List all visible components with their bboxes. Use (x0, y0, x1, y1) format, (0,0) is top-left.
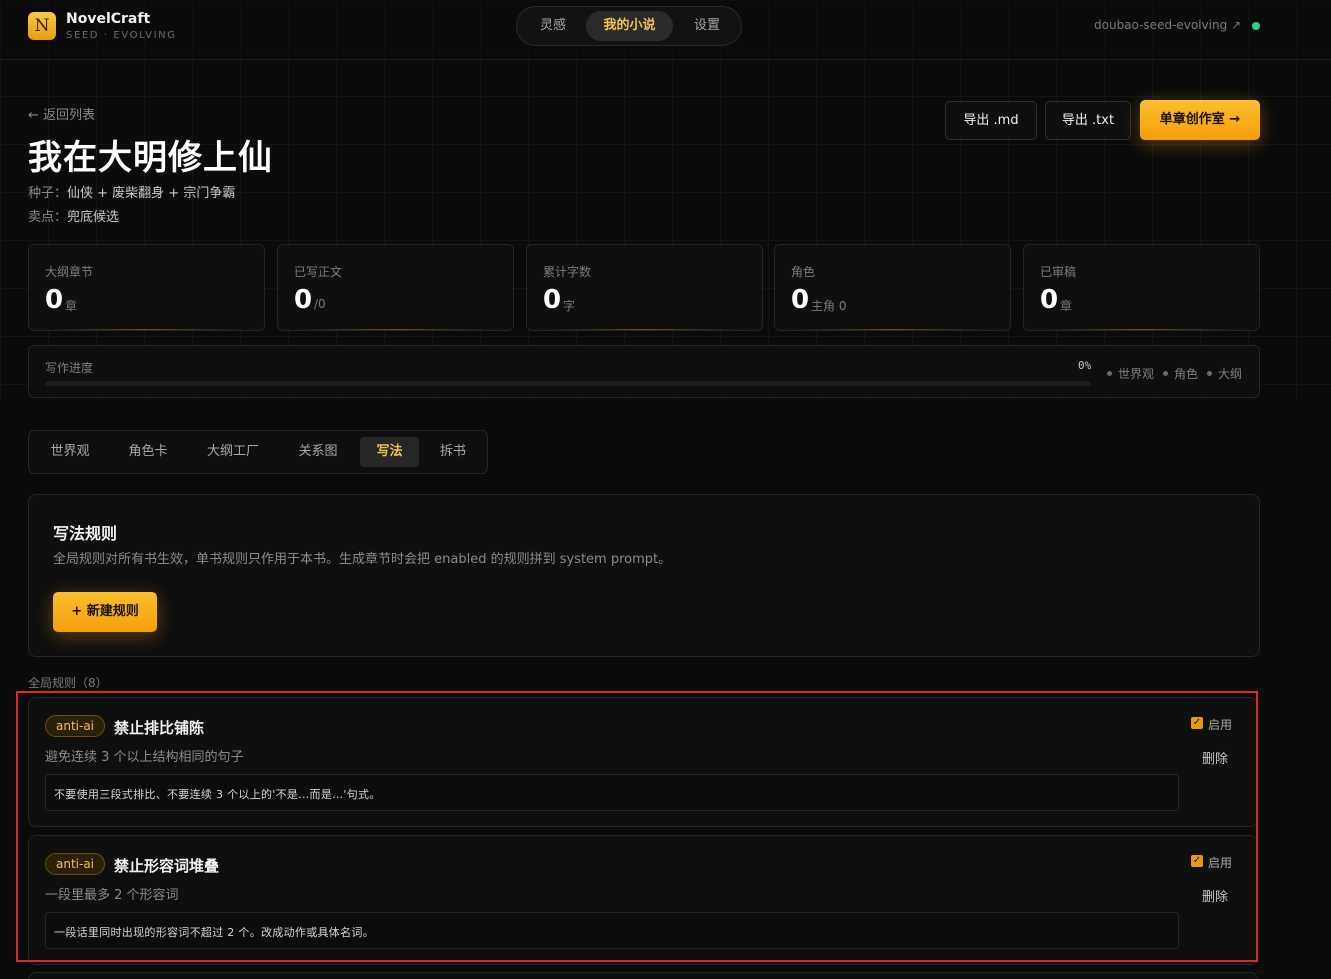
export-txt-button[interactable]: 导出 .txt (1045, 101, 1131, 140)
stat-label: 已写正文 (294, 265, 343, 279)
logo-icon[interactable]: N (28, 12, 56, 40)
seed-value: 仙侠 + 废柴翻身 + 宗门争霸 (67, 186, 236, 201)
stat-card-characters: 角色 0 主角 0 (774, 244, 1011, 331)
stat-card-word-count: 累计字数 0 字 (526, 244, 763, 331)
rule-card: anti-ai 禁止形容词堆叠 一段里最多 2 个形容词 一段话里同时出现的形容… (28, 835, 1258, 965)
rule-card (28, 972, 1258, 979)
selling-point-label: 卖点： (28, 210, 68, 225)
stat-unit: 字 (563, 299, 576, 313)
stat-label: 角色 (791, 265, 816, 279)
model-link[interactable]: doubao-seed-evolving ↗ (1094, 18, 1241, 32)
brand-name: NovelCraft (66, 11, 151, 27)
brand-subtitle: SEED · EVOLVING (66, 30, 177, 41)
selling-point-value: 兜底候选 (67, 210, 120, 225)
global-rules-heading: 全局规则（8） (28, 676, 108, 690)
enable-checkbox[interactable]: ✓ (1191, 855, 1203, 867)
status-indicator-icon (1252, 22, 1260, 30)
legend-dot-icon (1207, 371, 1212, 376)
selling-point-line: 卖点：兜底候选 (28, 206, 119, 225)
legend-item-characters: 角色 (1163, 365, 1198, 382)
stat-value: 0 (543, 285, 562, 315)
rule-content-field[interactable]: 不要使用三段式排比、不要连续 3 个以上的'不是…而是…'句式。 (45, 774, 1179, 811)
progress-label: 写作进度 (45, 361, 94, 375)
rule-summary: 一段里最多 2 个形容词 (45, 888, 179, 903)
export-md-button[interactable]: 导出 .md (945, 101, 1037, 140)
panel-title: 写法规则 (53, 524, 118, 543)
rule-tag: anti-ai (45, 715, 106, 737)
stat-card-outline-chapters: 大纲章节 0 章 (28, 244, 265, 331)
panel-description: 全局规则对所有书生效，单书规则只作用于本书。生成章节时会把 enabled 的规… (53, 552, 672, 567)
writing-progress: 写作进度 0% 世界观 角色 大纲 (28, 345, 1260, 398)
tab-worldview[interactable]: 世界观 (39, 437, 101, 467)
seed-line: 种子：仙侠 + 废柴翻身 + 宗门争霸 (28, 182, 235, 201)
chapter-studio-button[interactable]: 单章创作室 → (1140, 100, 1260, 140)
stat-unit: /0 (314, 297, 326, 311)
progress-bar (45, 381, 1091, 386)
progress-percent: 0% (1078, 359, 1092, 372)
stat-value: 0 (791, 285, 810, 315)
legend-item-worldview: 世界观 (1107, 365, 1154, 382)
stat-label: 大纲章节 (45, 265, 94, 279)
tab-book-breakdown[interactable]: 拆书 (427, 437, 479, 467)
delete-rule-button[interactable]: 删除 (1202, 748, 1228, 767)
top-bar: N NovelCraft SEED · EVOLVING 灵感 我的小说 设置 … (0, 0, 1331, 60)
rule-content-field[interactable]: 一段话里同时出现的形容词不超过 2 个。改成动作或具体名词。 (45, 912, 1179, 949)
nav-item-settings[interactable]: 设置 (681, 11, 733, 41)
rule-title: 禁止形容词堆叠 (114, 857, 220, 875)
enable-label[interactable]: 启用 (1208, 716, 1232, 733)
stat-value: 0 (45, 285, 64, 315)
page-title: 我在大明修上仙 (28, 138, 273, 178)
tab-relationship-graph[interactable]: 关系图 (285, 437, 351, 467)
rule-content-text: 一段话里同时出现的形容词不超过 2 个。改成动作或具体名词。 (54, 926, 374, 939)
seed-label: 种子： (28, 186, 68, 201)
rule-content-text: 不要使用三段式排比、不要连续 3 个以上的'不是…而是…'句式。 (54, 788, 381, 801)
writing-rules-panel: 写法规则 全局规则对所有书生效，单书规则只作用于本书。生成章节时会把 enabl… (28, 494, 1260, 657)
stat-unit: 主角 0 (811, 299, 847, 313)
stat-card-reviewed: 已审稿 0 章 (1023, 244, 1260, 331)
novel-tabs: 世界观 角色卡 大纲工厂 关系图 写法 拆书 (28, 430, 488, 474)
new-rule-button[interactable]: + 新建规则 (53, 592, 157, 632)
nav-item-my-novels[interactable]: 我的小说 (586, 11, 673, 41)
delete-rule-button[interactable]: 删除 (1202, 886, 1228, 905)
stat-label: 已审稿 (1040, 265, 1077, 279)
tab-character-cards[interactable]: 角色卡 (117, 437, 179, 467)
enable-label[interactable]: 启用 (1208, 854, 1232, 871)
stat-value: 0 (1040, 285, 1059, 315)
back-to-list-link[interactable]: ← 返回列表 (28, 104, 95, 123)
stat-unit: 章 (1060, 299, 1073, 313)
nav-item-inspiration[interactable]: 灵感 (527, 11, 579, 41)
tab-outline-factory[interactable]: 大纲工厂 (195, 437, 271, 467)
rule-card: anti-ai 禁止排比铺陈 避免连续 3 个以上结构相同的句子 不要使用三段式… (28, 697, 1258, 827)
legend-dot-icon (1163, 371, 1168, 376)
legend-dot-icon (1107, 371, 1112, 376)
stat-unit: 章 (65, 299, 78, 313)
rule-title: 禁止排比铺陈 (114, 719, 205, 737)
stat-label: 累计字数 (543, 265, 592, 279)
rule-summary: 避免连续 3 个以上结构相同的句子 (45, 750, 244, 765)
main-nav: 灵感 我的小说 设置 (516, 6, 742, 46)
enable-checkbox[interactable]: ✓ (1191, 717, 1203, 729)
rule-tag: anti-ai (45, 853, 106, 875)
legend-item-outline: 大纲 (1207, 365, 1242, 382)
tab-writing-style[interactable]: 写法 (360, 437, 419, 467)
stat-value: 0 (294, 285, 313, 315)
stat-card-written-chapters: 已写正文 0 /0 (277, 244, 514, 331)
